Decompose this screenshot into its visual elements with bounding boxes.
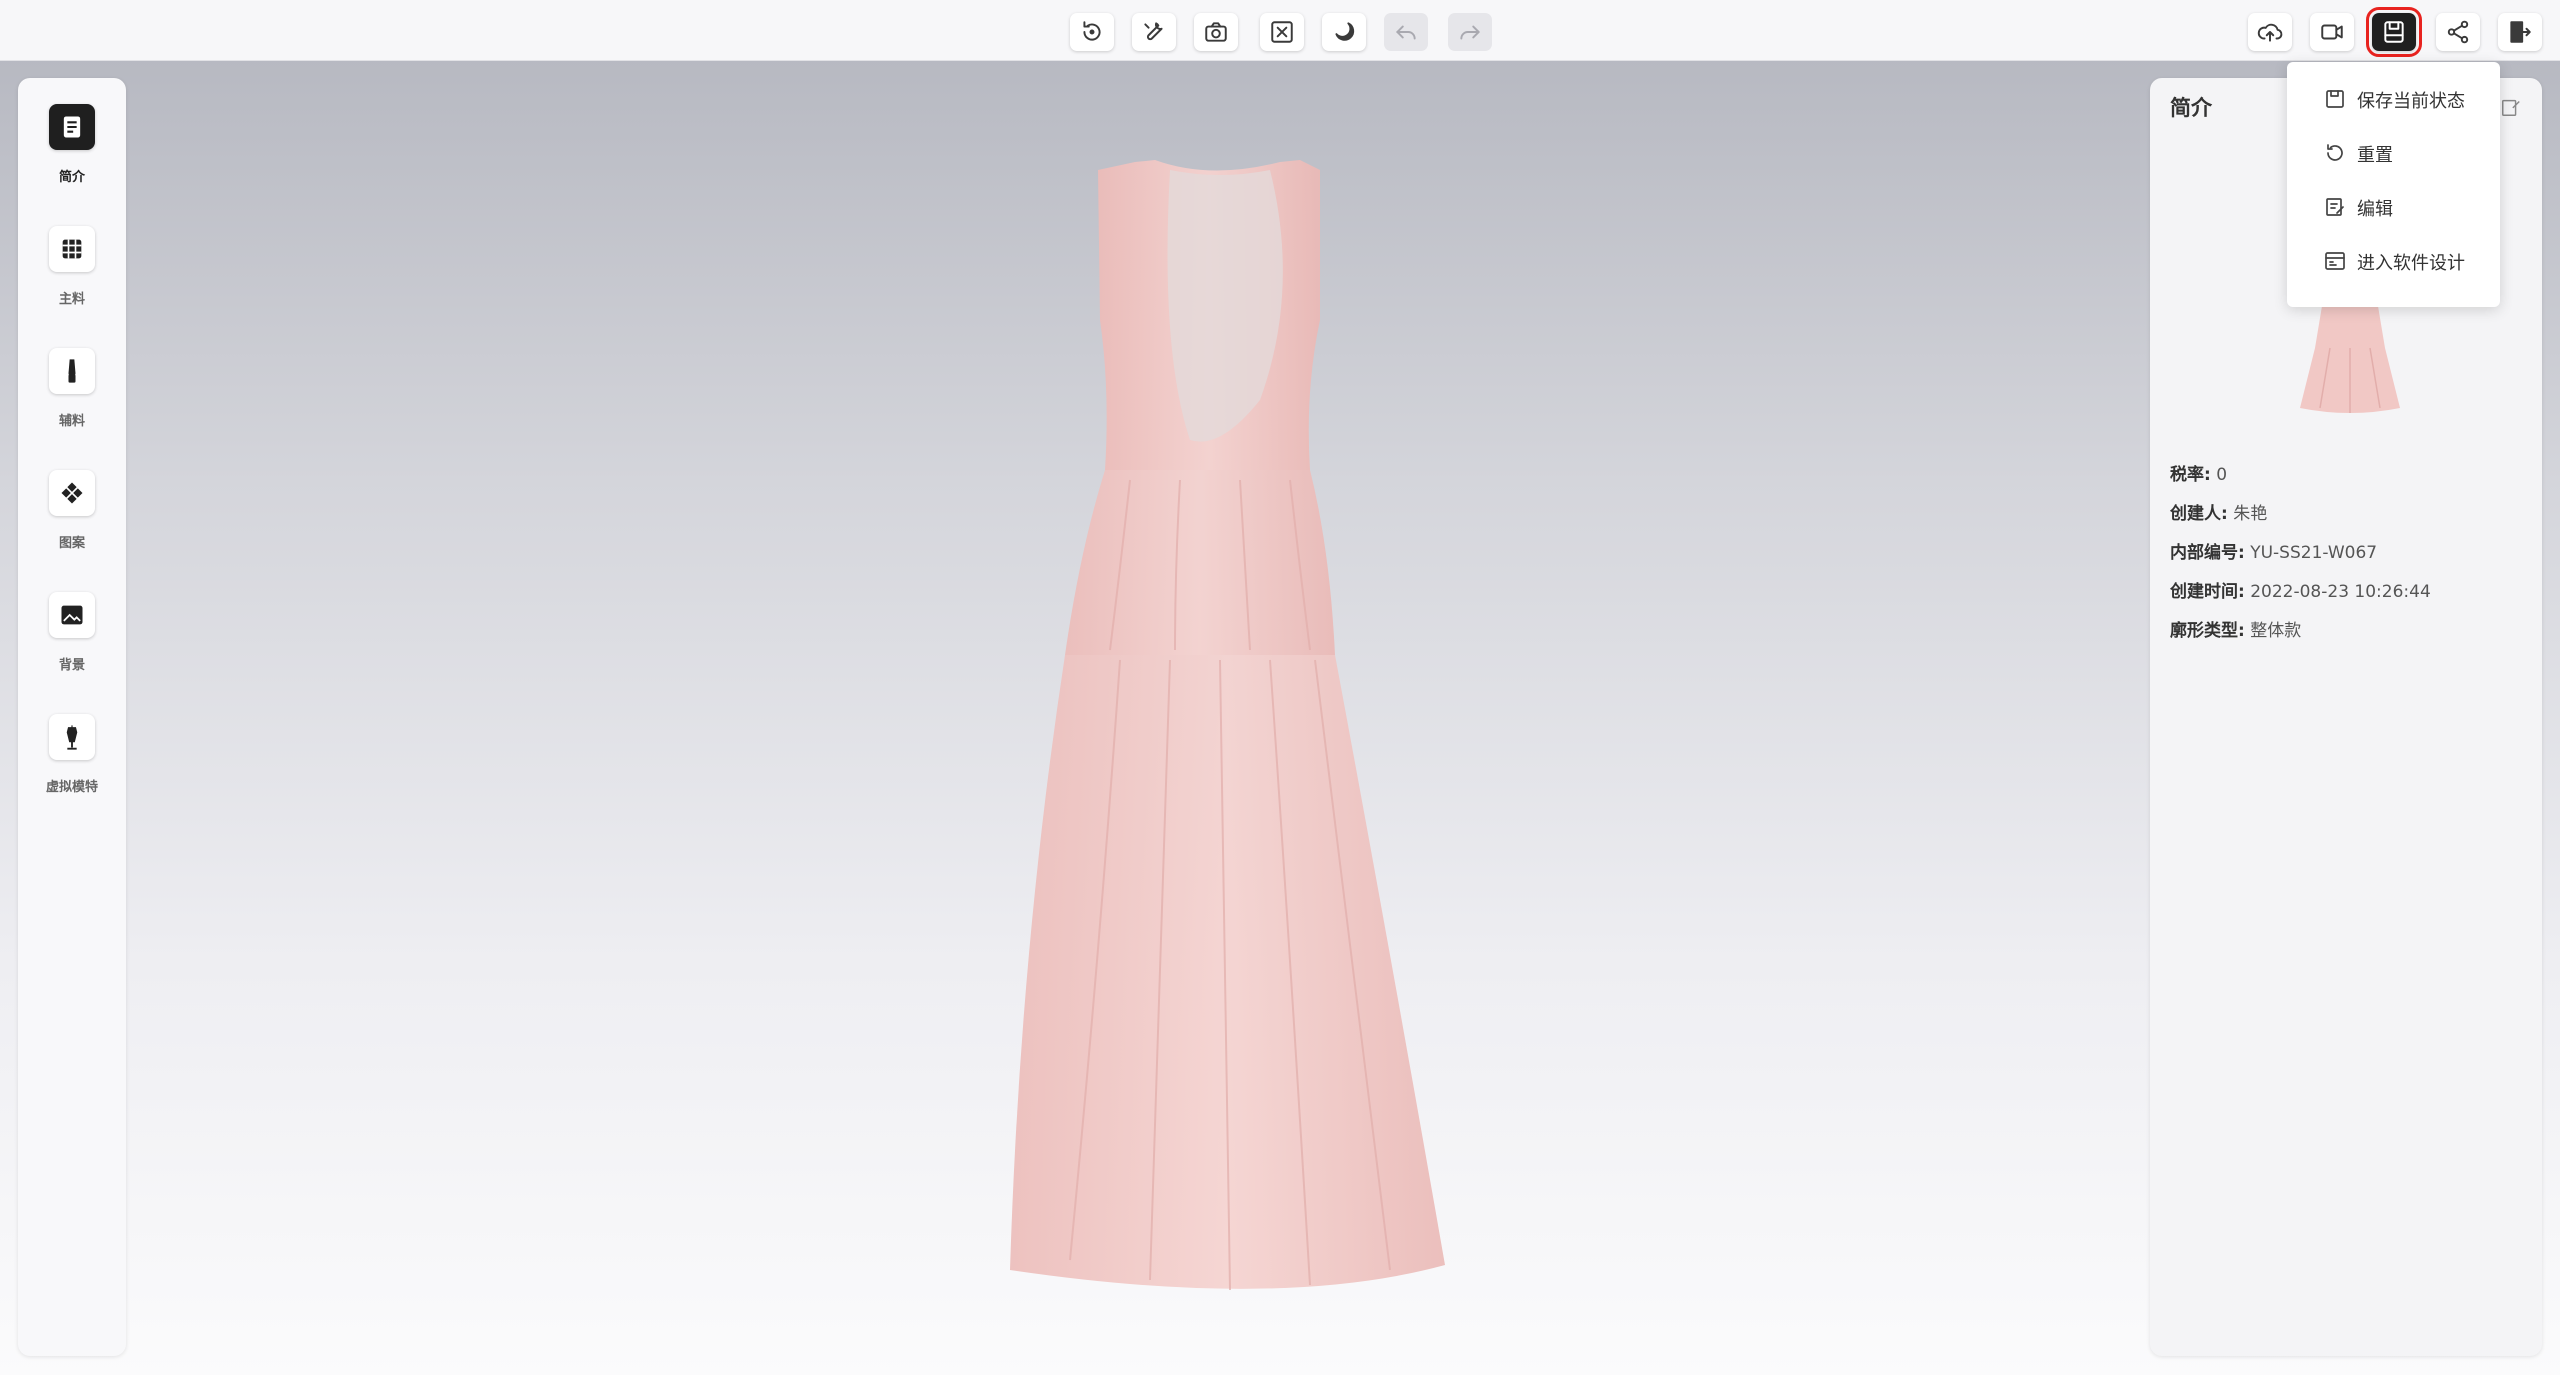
undo-button[interactable] xyxy=(1384,13,1428,51)
sidebar-item-accessories[interactable]: 辅料 xyxy=(18,348,126,458)
left-sidebar: 简介 主料 辅料 图案 背景 虚拟模特 xyxy=(18,78,126,1356)
save-state-icon xyxy=(2384,21,2404,43)
dress-3d-viewport[interactable] xyxy=(980,150,1580,1330)
software-design-icon xyxy=(2325,252,2345,270)
tools-button[interactable] xyxy=(1132,13,1176,51)
info-silhouette-type: 廓形类型: 整体款 xyxy=(2170,621,2302,641)
moon-icon xyxy=(1335,22,1355,41)
pattern-icon xyxy=(49,470,95,516)
mannequin-icon xyxy=(49,714,95,760)
dress-model xyxy=(1010,160,1445,1291)
sidebar-item-label: 背景 xyxy=(58,658,85,673)
sidebar-item-main-fabric[interactable]: 主料 xyxy=(18,226,126,336)
video-camera-icon xyxy=(2321,24,2343,40)
menu-item-edit[interactable]: 编辑 xyxy=(2287,180,2500,234)
reset-icon xyxy=(2327,144,2343,161)
edit-icon xyxy=(2326,198,2344,216)
sidebar-item-label: 辅料 xyxy=(58,414,85,429)
sidebar-item-label: 主料 xyxy=(58,292,85,307)
sidebar-item-label: 图案 xyxy=(58,536,85,551)
redo-button[interactable] xyxy=(1448,13,1492,51)
menu-item-enter-software-design[interactable]: 进入软件设计 xyxy=(2287,234,2500,288)
redo-icon xyxy=(1460,25,1480,40)
camera-icon xyxy=(1205,22,1227,42)
save-menu-button[interactable] xyxy=(2366,7,2422,57)
sidebar-item-label: 简介 xyxy=(58,170,85,185)
upload-button[interactable] xyxy=(2248,13,2292,51)
sidebar-item-background[interactable]: 背景 xyxy=(18,592,126,702)
menu-item-save-state[interactable]: 保存当前状态 xyxy=(2287,72,2500,126)
undo-icon xyxy=(1396,25,1416,40)
sidebar-item-label: 虚拟模特 xyxy=(45,780,98,795)
rotate-button[interactable] xyxy=(1070,13,1114,51)
night-mode-button[interactable] xyxy=(1322,13,1366,51)
edit-icon[interactable] xyxy=(2500,96,2522,118)
document-icon xyxy=(49,104,95,150)
fullscreen-button[interactable] xyxy=(1260,13,1304,51)
video-button[interactable] xyxy=(2310,13,2354,51)
cloud-upload-icon xyxy=(2257,23,2283,42)
share-icon xyxy=(2447,20,2469,44)
sidebar-item-pattern[interactable]: 图案 xyxy=(18,470,126,580)
fabric-grid-icon xyxy=(49,226,95,272)
sidebar-item-mannequin[interactable]: 虚拟模特 xyxy=(18,714,126,824)
rotate-icon xyxy=(1083,21,1101,41)
screenshot-button[interactable] xyxy=(1194,13,1238,51)
wrench-icon xyxy=(1144,22,1163,41)
save-dropdown-menu: 保存当前状态 重置 编辑 进入软件设计 xyxy=(2287,62,2500,307)
zipper-icon xyxy=(49,348,95,394)
info-created-time: 创建时间: 2022-08-23 10:26:44 xyxy=(2170,582,2431,602)
info-creator: 创建人: 朱艳 xyxy=(2170,504,2268,524)
expand-icon xyxy=(1271,21,1293,43)
menu-item-reset[interactable]: 重置 xyxy=(2287,126,2500,180)
info-tax-rate: 税率: 0 xyxy=(2170,465,2228,485)
top-toolbar xyxy=(0,0,2560,61)
panel-title: 简介 xyxy=(2170,96,2212,120)
exit-button[interactable] xyxy=(2498,13,2542,51)
save-icon xyxy=(2326,90,2344,108)
info-internal-code: 内部编号: YU-SS21-W067 xyxy=(2170,543,2378,563)
background-image-icon xyxy=(49,592,95,638)
exit-door-icon xyxy=(2510,21,2531,43)
sidebar-item-intro[interactable]: 简介 xyxy=(18,104,126,214)
share-button[interactable] xyxy=(2436,13,2480,51)
